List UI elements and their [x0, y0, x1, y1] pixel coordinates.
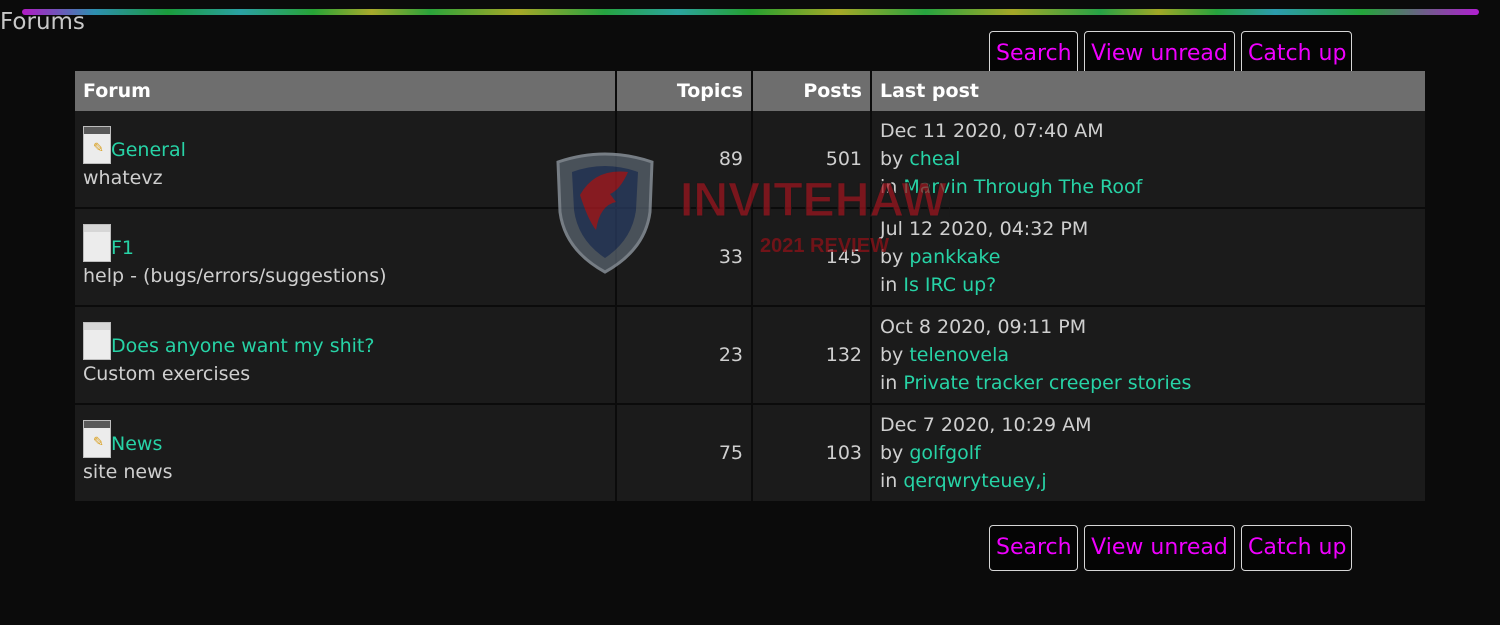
- header-last-post: Last post: [871, 71, 1425, 111]
- bottom-actions: Search View unread Catch up: [989, 525, 1352, 571]
- last-post-date: Dec 11 2020, 07:40 AM: [880, 120, 1104, 142]
- in-label: in: [880, 274, 898, 296]
- posts-count: 501: [752, 111, 872, 209]
- table-row: Does anyone want my shit? Custom exercis…: [75, 306, 1425, 405]
- topics-count: 75: [616, 404, 753, 503]
- header-topics: Topics: [616, 71, 753, 111]
- no-new-posts-forum-icon: [83, 322, 111, 360]
- by-label: by: [880, 344, 904, 366]
- topics-count: 33: [616, 208, 753, 307]
- topics-count: 23: [616, 306, 753, 405]
- catch-up-button[interactable]: Catch up: [1241, 525, 1352, 571]
- view-unread-button[interactable]: View unread: [1084, 525, 1235, 571]
- header-posts: Posts: [752, 71, 872, 111]
- author-link[interactable]: cheal: [909, 148, 960, 170]
- no-new-posts-forum-icon: [83, 224, 111, 262]
- table-row: ✎ News site news 75 103 Dec 7 2020, 10:29…: [75, 404, 1425, 503]
- table-header-row: Forum Topics Posts Last post: [75, 71, 1425, 111]
- topics-count: 89: [616, 111, 753, 209]
- forum-link[interactable]: F1: [111, 237, 134, 259]
- in-label: in: [880, 470, 898, 492]
- posts-count: 103: [752, 404, 872, 503]
- last-post-cell: Jul 12 2020, 04:32 PM by pankkake in Is …: [871, 208, 1425, 307]
- posts-count: 145: [752, 208, 872, 307]
- thread-link[interactable]: Private tracker creeper stories: [903, 372, 1191, 394]
- forums-table: Forum Topics Posts Last post ✎ General wh…: [75, 71, 1425, 503]
- last-post-cell: Dec 11 2020, 07:40 AM by cheal in Marvin…: [871, 111, 1425, 209]
- last-post-date: Dec 7 2020, 10:29 AM: [880, 414, 1092, 436]
- last-post-date: Oct 8 2020, 09:11 PM: [880, 316, 1087, 338]
- forum-link[interactable]: Does anyone want my shit?: [111, 335, 374, 357]
- rainbow-top-bar: [22, 9, 1479, 15]
- by-label: by: [880, 246, 904, 268]
- forum-description: whatevz: [83, 167, 163, 189]
- posts-count: 132: [752, 306, 872, 405]
- new-posts-forum-icon: ✎: [83, 126, 111, 164]
- author-link[interactable]: pankkake: [909, 246, 1000, 268]
- last-post-cell: Oct 8 2020, 09:11 PM by telenovela in Pr…: [871, 306, 1425, 405]
- forum-description: Custom exercises: [83, 363, 251, 385]
- forum-cell: F1 help - (bugs/errors/suggestions): [75, 208, 617, 307]
- forum-link[interactable]: News: [111, 433, 162, 455]
- last-post-cell: Dec 7 2020, 10:29 AM by golfgolf in qerq…: [871, 404, 1425, 503]
- author-link[interactable]: telenovela: [909, 344, 1009, 366]
- thread-link[interactable]: qerqwryteuey,j: [903, 470, 1046, 492]
- forum-cell: ✎ General whatevz: [75, 111, 617, 209]
- forum-description: site news: [83, 461, 173, 483]
- by-label: by: [880, 148, 904, 170]
- new-posts-forum-icon: ✎: [83, 420, 111, 458]
- thread-link[interactable]: Is IRC up?: [903, 274, 996, 296]
- forum-cell: Does anyone want my shit? Custom exercis…: [75, 306, 617, 405]
- page-title: Forums: [0, 9, 85, 35]
- forum-link[interactable]: General: [111, 139, 186, 161]
- thread-link[interactable]: Marvin Through The Roof: [903, 176, 1142, 198]
- table-row: ✎ General whatevz 89 501 Dec 11 2020, 07:…: [75, 111, 1425, 209]
- by-label: by: [880, 442, 904, 464]
- in-label: in: [880, 372, 898, 394]
- header-forum: Forum: [75, 71, 617, 111]
- search-button[interactable]: Search: [989, 525, 1078, 571]
- forum-cell: ✎ News site news: [75, 404, 617, 503]
- forum-description: help - (bugs/errors/suggestions): [83, 265, 387, 287]
- last-post-date: Jul 12 2020, 04:32 PM: [880, 218, 1089, 240]
- author-link[interactable]: golfgolf: [909, 442, 980, 464]
- in-label: in: [880, 176, 898, 198]
- table-row: F1 help - (bugs/errors/suggestions) 33 1…: [75, 208, 1425, 307]
